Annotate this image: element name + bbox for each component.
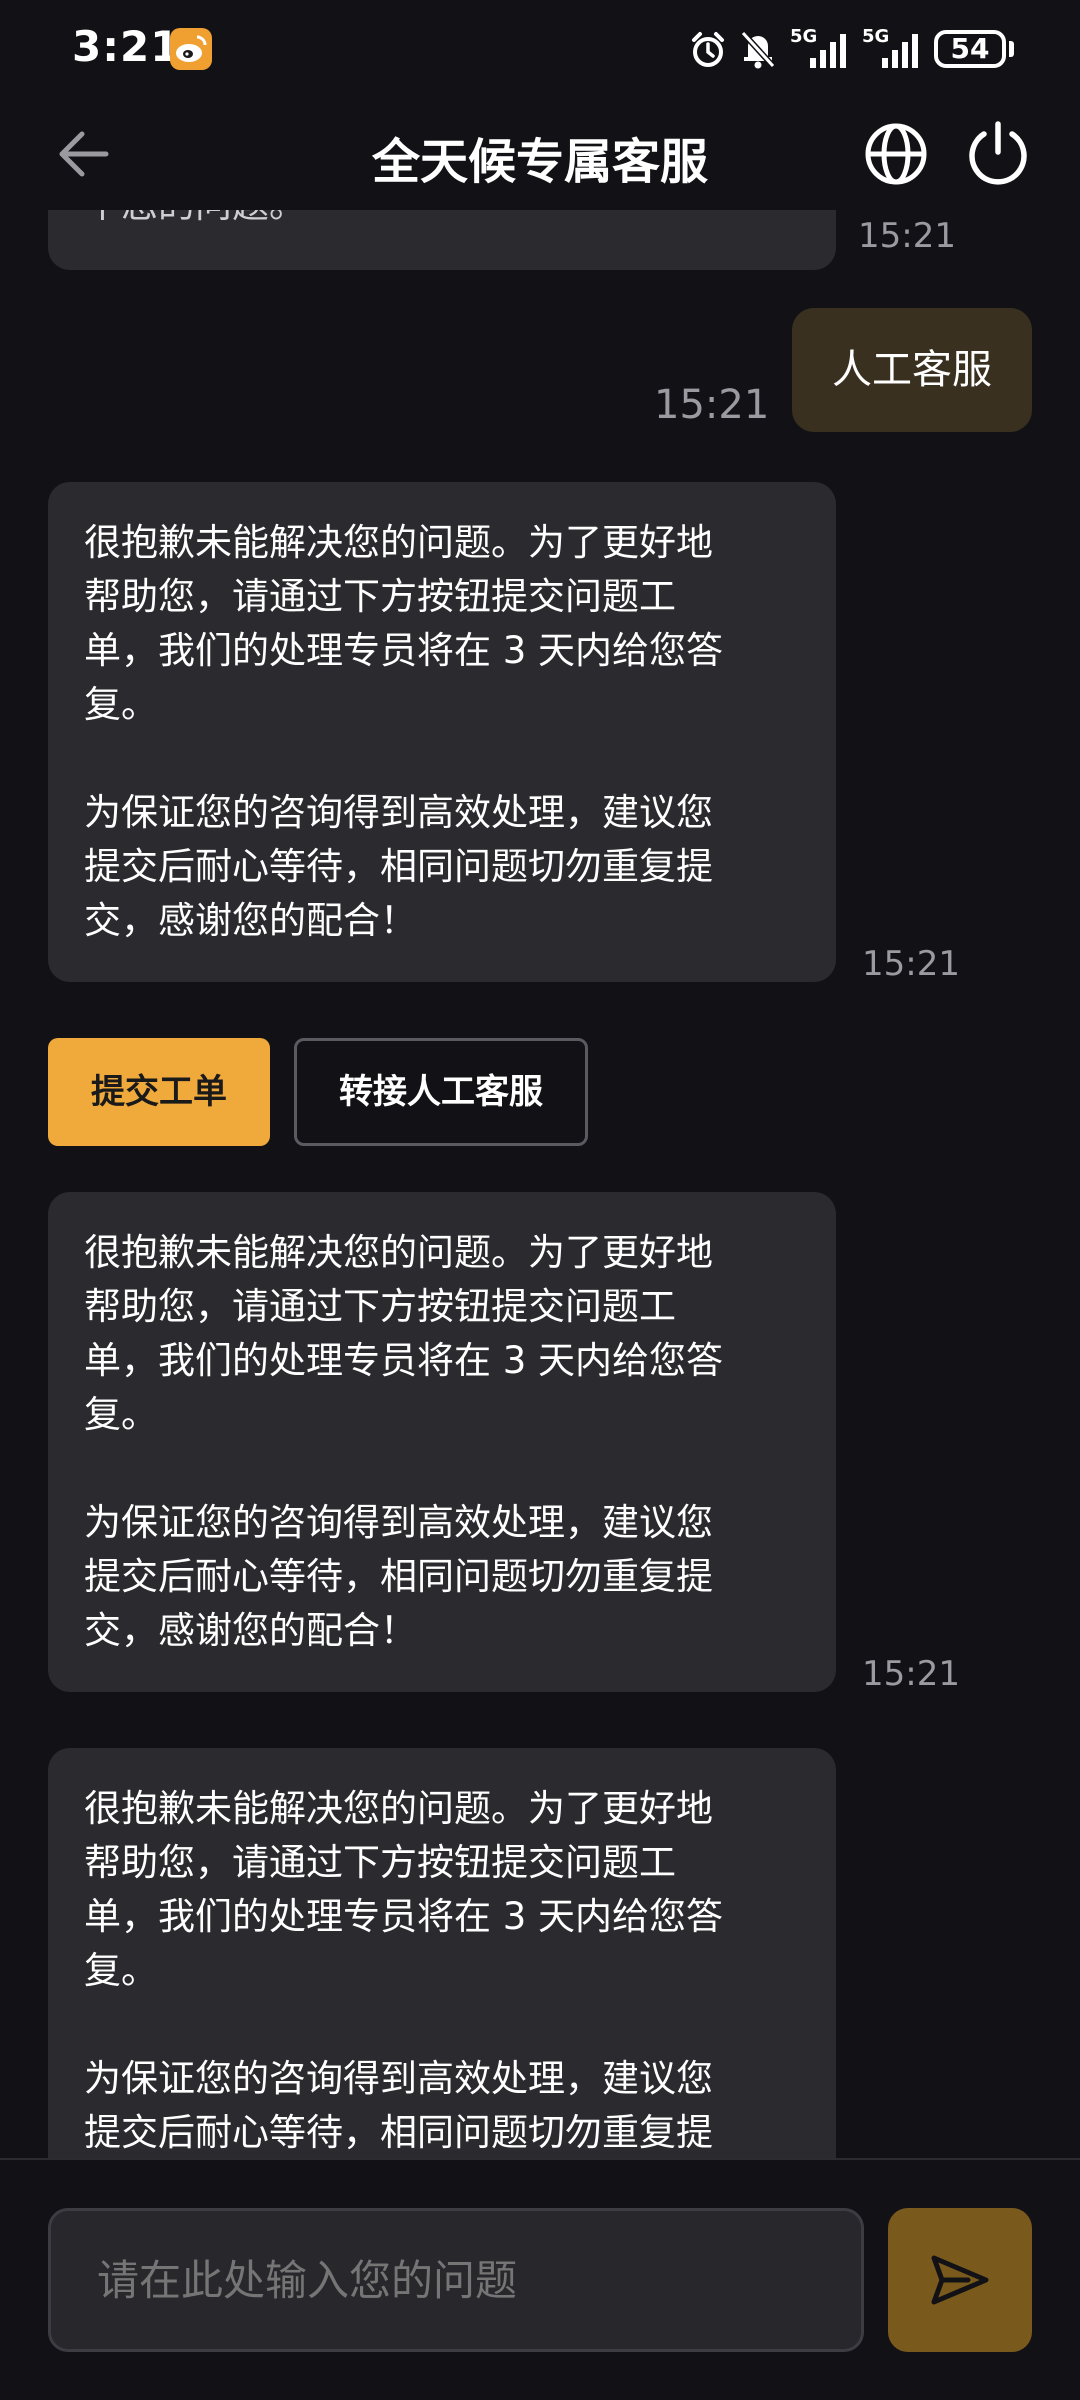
message-line: 很抱歉未能解决您的问题。为了更好地 [84,1787,713,1830]
message-line: 单，我们的处理专员将在 3 天内给您答 [84,1339,724,1382]
bot-message: 很抱歉未能解决您的问题。为了更好地 帮助您，请通过下方按钮提交问题工 单，我们的… [48,1748,836,2158]
message-line: 交，感谢您的配合！ [84,899,417,942]
question-input[interactable] [48,2208,864,2352]
submit-ticket-button[interactable]: 提交工单 [48,1038,270,1146]
power-button[interactable] [958,114,1038,194]
message-line: 为保证您的咨询得到高效处理，建议您 [84,2057,713,2100]
app-header: 全天候专属客服 [0,100,1080,210]
power-icon [969,121,1027,185]
message-text: 个您的问题。 [84,210,800,232]
message-line: 提交后耐心等待，相同问题切勿重复提 [84,845,713,888]
battery-icon: 54 [934,30,1006,68]
message-line: 很抱歉未能解决您的问题。为了更好地 [84,521,713,564]
message-line: 复。 [84,1949,158,1992]
alarm-icon [692,32,724,67]
language-button[interactable] [856,114,936,194]
message-line: 帮助您，请通过下方按钮提交问题工 [84,1285,676,1328]
status-bar: 3:21 5G 5G 54 [0,0,1080,100]
message-line: 单，我们的处理专员将在 3 天内给您答 [84,1895,724,1938]
message-time: 15:21 [862,1654,960,1694]
message-line: 复。 [84,683,158,726]
signal-icon-2 [882,34,918,68]
message-line: 单，我们的处理专员将在 3 天内给您答 [84,629,724,672]
send-button[interactable] [888,2208,1032,2352]
bell-off-icon [740,30,776,69]
message-line: 复。 [84,1393,158,1436]
message-time: 15:21 [654,382,770,428]
message-time: 15:21 [858,216,956,256]
globe-icon [865,123,927,185]
message-line: 帮助您，请通过下方按钮提交问题工 [84,1841,676,1884]
weibo-icon [170,28,212,70]
transfer-human-button[interactable]: 转接人工客服 [294,1038,588,1146]
message-line: 为保证您的咨询得到高效处理，建议您 [84,791,713,834]
bot-message: 很抱歉未能解决您的问题。为了更好地 帮助您，请通过下方按钮提交问题工 单，我们的… [48,1192,836,1692]
user-message: 人工客服 [792,308,1032,432]
message-line: 很抱歉未能解决您的问题。为了更好地 [84,1231,713,1274]
send-icon [931,2255,989,2305]
message-line: 帮助您，请通过下方按钮提交问题工 [84,575,676,618]
input-bar [0,2158,1080,2400]
message-line: 提交后耐心等待，相同问题切勿重复提 [84,2111,713,2154]
battery-tip [1009,41,1014,57]
message-line: 为保证您的咨询得到高效处理，建议您 [84,1501,713,1544]
chat-messages[interactable]: 个您的问题。 15:21 人工客服 15:21 很抱歉未能解决您的问题。为了更好… [0,210,1080,2158]
bot-message: 个您的问题。 [48,210,836,270]
status-time: 3:21 [72,22,181,71]
message-time: 15:21 [862,944,960,984]
message-line: 交，感谢您的配合！ [84,1609,417,1652]
bot-message: 很抱歉未能解决您的问题。为了更好地 帮助您，请通过下方按钮提交问题工 单，我们的… [48,482,836,982]
message-line: 提交后耐心等待，相同问题切勿重复提 [84,1555,713,1598]
signal-icon [810,34,846,68]
battery-level: 54 [950,32,990,65]
